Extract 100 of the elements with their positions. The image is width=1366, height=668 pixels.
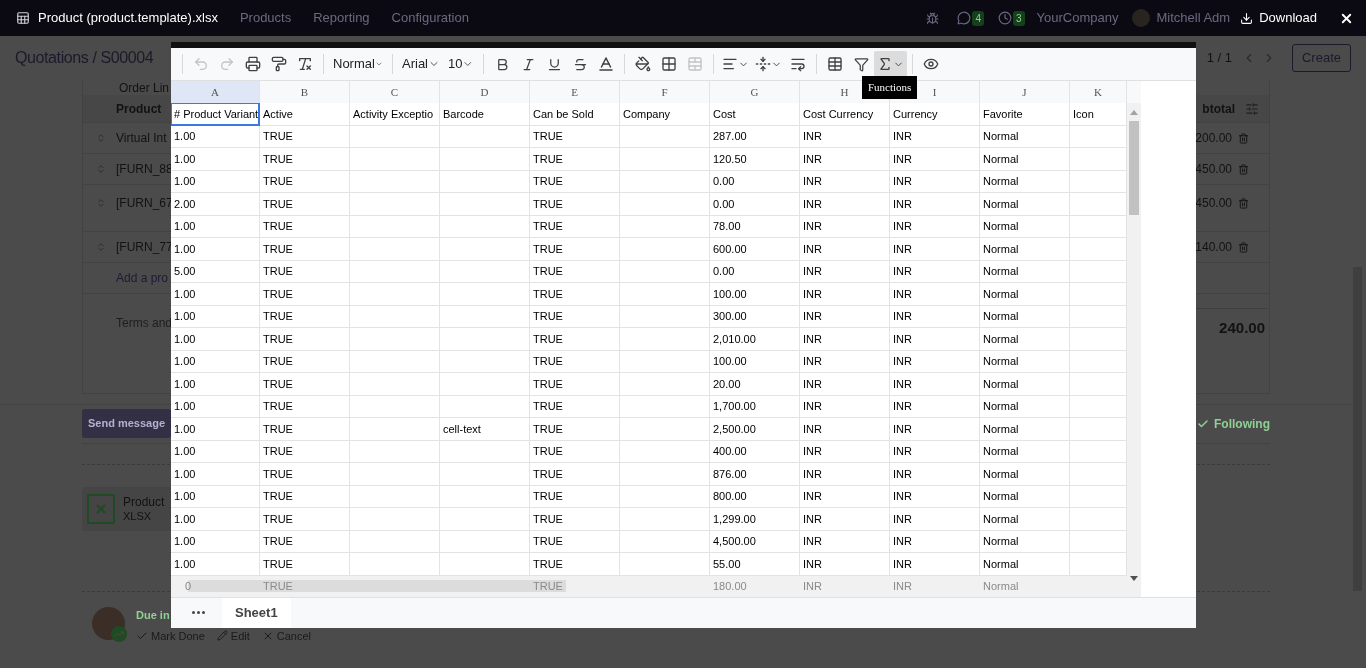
header-cell[interactable]: Currency [890,103,980,126]
table-cell: INR [800,418,890,441]
table-cell: INR [890,553,980,576]
header-cell[interactable]: Cost [710,103,800,126]
table-cell: 2,010.00 [710,328,800,351]
table-cell: Normal [980,418,1070,441]
column-letter: K [1094,84,1102,100]
table-cell: Normal [980,283,1070,306]
table-cell: TRUE [530,170,620,194]
functions-button[interactable] [874,51,907,78]
table-cell: TRUE [260,125,350,149]
menu-item[interactable]: Products [239,8,292,28]
trash-icon[interactable] [1238,132,1249,144]
table-cell: INR [800,395,890,419]
font-size-dropdown[interactable]: 10 [444,51,478,78]
table-cell: TRUE [530,418,620,441]
table-cell-text: 180.00 [712,578,748,594]
header-cell[interactable]: Favorite [980,103,1070,126]
table-cell: INR [890,305,980,329]
header-cell[interactable]: Can be Sold [530,103,620,126]
style-dropdown[interactable]: Normal [329,51,387,78]
scroll-up-icon[interactable] [1130,110,1138,116]
table-cell: INR [890,148,980,171]
table-cell: Normal [980,125,1070,149]
table-cell: TRUE [530,530,620,554]
following-status[interactable]: Following [1214,414,1270,433]
table-cell: Normal [980,463,1070,486]
user-name[interactable]: Mitchell Adm [1156,8,1231,28]
scroll-thumb[interactable] [1129,121,1139,216]
subtotal: 140.00 [1195,239,1232,256]
trash-icon[interactable] [1238,241,1249,253]
menu-item[interactable]: Configuration [391,8,469,28]
column-letter: D [480,84,489,100]
table-cell: INR [890,328,980,351]
sheet-tab[interactable]: Sheet1 [222,597,291,628]
trash-icon[interactable] [1238,197,1249,209]
header-cell[interactable]: Barcode [440,103,530,126]
check-icon [1197,417,1209,430]
table-cell: 1.00 [171,148,260,171]
table-cell: Normal [980,260,1070,284]
column-letter: E [571,84,578,100]
bug-icon[interactable] [926,11,940,25]
table-cell: TRUE [260,508,350,531]
italic-icon [520,56,536,72]
due-label: Due in [136,608,170,623]
header-cell[interactable]: Cost Currency [800,103,890,126]
underline-icon [546,56,562,72]
table-cell: 300.00 [710,305,800,329]
table-cell: 1,700.00 [710,395,800,419]
table-cell: 1.00 [171,395,260,419]
column-letter: I [932,84,937,100]
table-cell: 1.00 [171,305,260,329]
table-cell: INR [890,193,980,216]
table-cell: TRUE [530,373,620,396]
table-cell: TRUE [530,350,620,374]
table-cell: TRUE [260,305,350,329]
table-cell-text: Normal [982,578,1020,594]
table-cell: TRUE [530,395,620,419]
company-name[interactable]: YourCompany [1036,8,1119,28]
header-cell[interactable]: Company [620,103,710,126]
spreadsheet-icon [16,11,30,25]
table-cell: INR [890,440,980,464]
table-cell: 287.00 [710,125,800,149]
table-cell: 2.00 [171,193,260,216]
table-cell: TRUE [530,215,620,239]
table-cell: 1.00 [171,485,260,509]
product-name: [FURN_88 [116,161,173,178]
header-cell[interactable]: # Product Variant [171,103,260,126]
table-cell: INR [890,373,980,396]
count-badge: 4 [972,10,984,26]
clock-icon[interactable] [998,11,1012,25]
table-cell: Normal [980,328,1070,351]
table-cell: TRUE [260,260,350,284]
menu-item[interactable]: Reporting [313,8,370,28]
spreadsheet-file-icon [87,494,115,524]
table-cell: INR [800,553,890,576]
header-cell[interactable]: Active [260,103,350,126]
table-cell: Normal [980,508,1070,531]
product-name: [FURN_77 [116,239,173,256]
table-cell: TRUE [260,350,350,374]
table-cell: 1,299.00 [710,508,800,531]
download-button[interactable]: Download [1240,8,1317,28]
vertical-scrollbar[interactable] [1127,103,1141,576]
column-letter: B [300,84,309,100]
borders-icon [661,56,677,73]
table-cell: TRUE [260,418,350,441]
table-cell: INR [890,215,980,239]
send-message-button[interactable]: Send message [82,409,172,438]
table-cell: 0.00 [710,193,800,216]
table-cell-text: 0 [184,578,193,594]
table-cell: INR [800,170,890,194]
wrap-text-icon [790,56,806,73]
table-cell: 800.00 [710,485,800,509]
font-dropdown[interactable]: Arial [398,51,444,78]
table-cell: 1.00 [171,125,260,149]
text-color-icon [597,55,615,74]
table-cell: TRUE [260,530,350,554]
chat-icon[interactable] [957,11,972,25]
header-cell[interactable]: Activity Exceptio [350,103,440,126]
trash-icon[interactable] [1238,163,1249,175]
